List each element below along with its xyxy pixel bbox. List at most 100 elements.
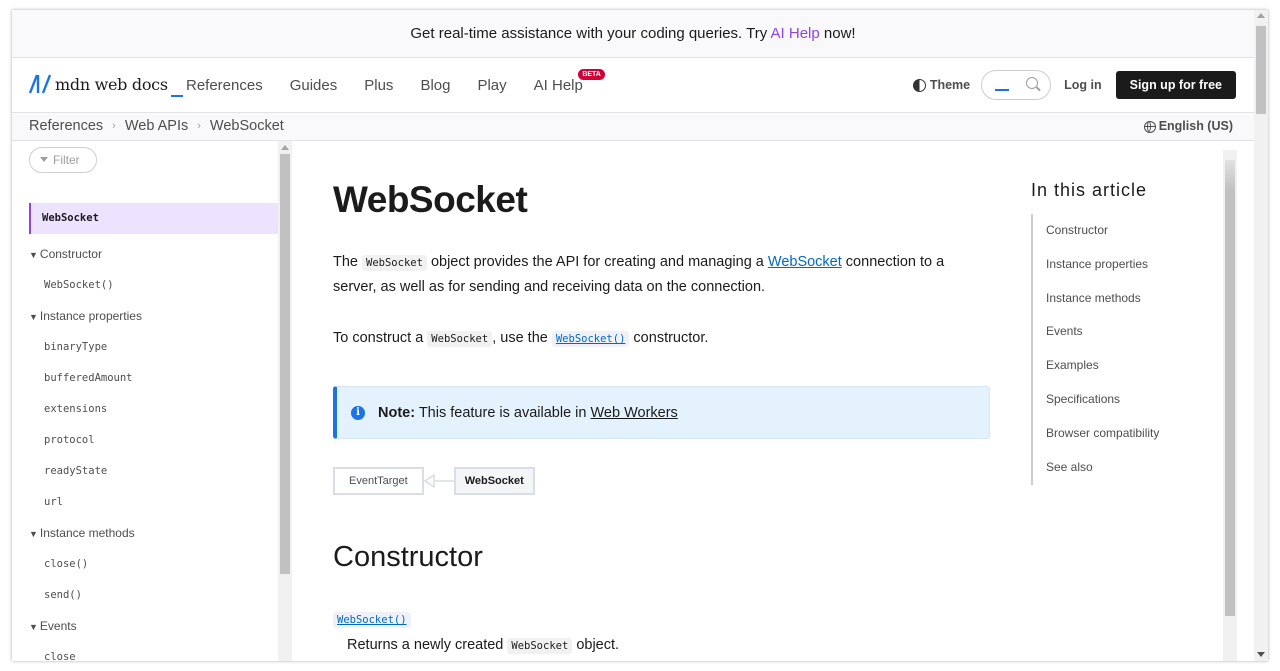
construct-paragraph: To construct a WebSocket, use the WebSoc… — [333, 326, 973, 351]
sidebar-item[interactable]: close — [29, 642, 278, 661]
breadcrumb-separator-icon: › — [197, 120, 201, 132]
sidebar-group-label: Instance methods — [39, 526, 135, 540]
banner-ai-help-link[interactable]: AI Help — [771, 25, 820, 42]
search-icon[interactable] — [1026, 77, 1039, 89]
scroll-up-arrow-icon[interactable] — [281, 145, 289, 150]
sidebar-item[interactable]: close() — [29, 549, 278, 580]
sidebar-item[interactable]: readyState — [29, 456, 278, 487]
toc-item-constructor[interactable]: Constructor — [1033, 214, 1213, 248]
inheritance-websocket[interactable]: WebSocket — [453, 467, 535, 495]
language-label: English (US) — [1158, 119, 1233, 133]
inline-code: WebSocket — [427, 331, 493, 347]
sidebar-group-label: Events — [39, 619, 77, 633]
sidebar-group-instance-methods[interactable]: ▼ Instance methods — [29, 518, 278, 549]
banner-suffix: now! — [819, 25, 856, 42]
sidebar-item[interactable]: send() — [29, 580, 278, 611]
constructor-link[interactable]: WebSocket() — [333, 612, 411, 628]
constructor-term: WebSocket() — [333, 610, 411, 628]
content-scrollbar[interactable] — [1223, 150, 1237, 661]
text: Returns a newly created — [347, 637, 508, 653]
toc-item-events[interactable]: Events — [1033, 315, 1213, 349]
mdn-logo-icon — [29, 74, 51, 94]
inline-code: WebSocket — [507, 638, 573, 654]
sidebar-group-instance-properties[interactable]: ▼ Instance properties — [29, 301, 278, 332]
toc-item-instance-methods[interactable]: Instance methods — [1033, 282, 1213, 316]
sidebar-item[interactable]: WebSocket() — [29, 270, 278, 301]
nav-ai-help-label: AI Help — [533, 76, 583, 94]
content-scrollbar-thumb[interactable] — [1225, 160, 1235, 616]
toc-item-browser-compatibility[interactable]: Browser compatibility — [1033, 417, 1213, 451]
websocket-protocol-link[interactable]: WebSocket — [768, 254, 842, 270]
page-title: WebSocket — [333, 179, 528, 220]
web-workers-link[interactable]: Web Workers — [591, 405, 678, 421]
info-icon: i — [351, 405, 365, 420]
triangle-down-icon: ▼ — [29, 529, 38, 539]
sidebar-item[interactable]: protocol — [29, 425, 278, 456]
inheritance-arrow-icon — [423, 473, 454, 489]
breadcrumb-websocket[interactable]: WebSocket — [210, 113, 284, 140]
breadcrumb: References › Web APIs › WebSocket — [29, 113, 284, 140]
sidebar-group-events[interactable]: ▼ Events — [29, 611, 278, 642]
toc-item-instance-properties[interactable]: Instance properties — [1033, 248, 1213, 282]
triangle-down-icon: ▼ — [29, 312, 38, 322]
page-scrollbar[interactable] — [1254, 10, 1268, 661]
header-actions: Theme Log in Sign up for free — [912, 58, 1236, 112]
theme-button[interactable]: Theme — [912, 78, 971, 92]
note-callout: i Note: This feature is available in Web… — [333, 386, 990, 439]
breadcrumb-references[interactable]: References — [29, 113, 103, 140]
toc-item-see-also[interactable]: See also — [1033, 451, 1213, 485]
note-text: This feature is available in — [415, 404, 591, 421]
toc-item-specifications[interactable]: Specifications — [1033, 383, 1213, 417]
toc-list: Constructor Instance properties Instance… — [1031, 214, 1213, 485]
search-text-cursor — [995, 89, 1010, 91]
triangle-down-icon: ▼ — [29, 250, 38, 260]
language-switcher[interactable]: English (US) — [1143, 113, 1233, 140]
inheritance-eventtarget[interactable]: EventTarget — [333, 467, 424, 495]
top-navigation: mdn web docs References Guides Plus Blog… — [12, 58, 1254, 113]
sidebar-item[interactable]: url — [29, 487, 278, 518]
sidebar-filter-input[interactable]: Filter — [29, 147, 97, 173]
sidebar-item[interactable]: extensions — [29, 394, 278, 425]
nav-guides[interactable]: Guides — [290, 77, 338, 94]
text: , use the — [492, 330, 552, 346]
sidebar-scrollbar-thumb[interactable] — [280, 154, 290, 574]
text: To construct a — [333, 330, 428, 346]
breadcrumb-web-apis[interactable]: Web APIs — [125, 113, 188, 140]
signup-button[interactable]: Sign up for free — [1115, 71, 1236, 99]
sidebar-group-label: Constructor — [39, 247, 102, 261]
inline-code: WebSocket — [362, 255, 427, 271]
main-nav: References Guides Plus Blog Play AI Help… — [186, 58, 610, 112]
nav-plus[interactable]: Plus — [364, 77, 393, 94]
websocket-constructor-link[interactable]: WebSocket() — [551, 331, 630, 347]
scroll-up-arrow-icon[interactable] — [1257, 13, 1265, 18]
page-scrollbar-thumb[interactable] — [1256, 26, 1266, 114]
search-input[interactable] — [981, 70, 1052, 100]
article-content: WebSocket The WebSocket object provides … — [333, 141, 1003, 661]
inheritance-diagram: EventTarget WebSocket — [333, 467, 535, 495]
breadcrumb-separator-icon: › — [112, 120, 116, 132]
nav-references[interactable]: References — [186, 77, 263, 94]
sidebar-scrollbar[interactable] — [278, 141, 292, 661]
toc-item-examples[interactable]: Examples — [1033, 349, 1213, 383]
browser-window: Get real-time assistance with your codin… — [12, 10, 1268, 661]
nav-blog[interactable]: Blog — [420, 77, 450, 94]
scroll-down-arrow-icon[interactable] — [1257, 652, 1265, 657]
login-link[interactable]: Log in — [1064, 78, 1102, 92]
sidebar-item[interactable]: bufferedAmount — [29, 363, 278, 394]
sidebar: Filter WebSocket ▼ Constructor WebSocket(… — [12, 141, 292, 661]
mdn-logo[interactable]: mdn web docs — [29, 74, 183, 97]
sidebar-group-label: Instance properties — [39, 309, 142, 323]
constructor-heading: Constructor — [333, 541, 483, 573]
nav-ai-help[interactable]: AI Help BETA — [533, 68, 605, 94]
sidebar-item-websocket-active[interactable]: WebSocket — [29, 203, 278, 234]
constructor-description: Returns a newly created WebSocket object… — [347, 637, 619, 654]
theme-label: Theme — [929, 78, 971, 92]
note-label: Note: — [378, 404, 416, 421]
text: constructor. — [629, 330, 709, 346]
sidebar-group-constructor[interactable]: ▼ Constructor — [29, 239, 278, 270]
sidebar-item[interactable]: binaryType — [29, 332, 278, 363]
filter-icon — [40, 156, 48, 162]
logo-text: mdn web docs — [55, 75, 168, 94]
nav-play[interactable]: Play — [477, 77, 506, 94]
breadcrumb-bar: References › Web APIs › WebSocket Englis… — [12, 113, 1254, 141]
